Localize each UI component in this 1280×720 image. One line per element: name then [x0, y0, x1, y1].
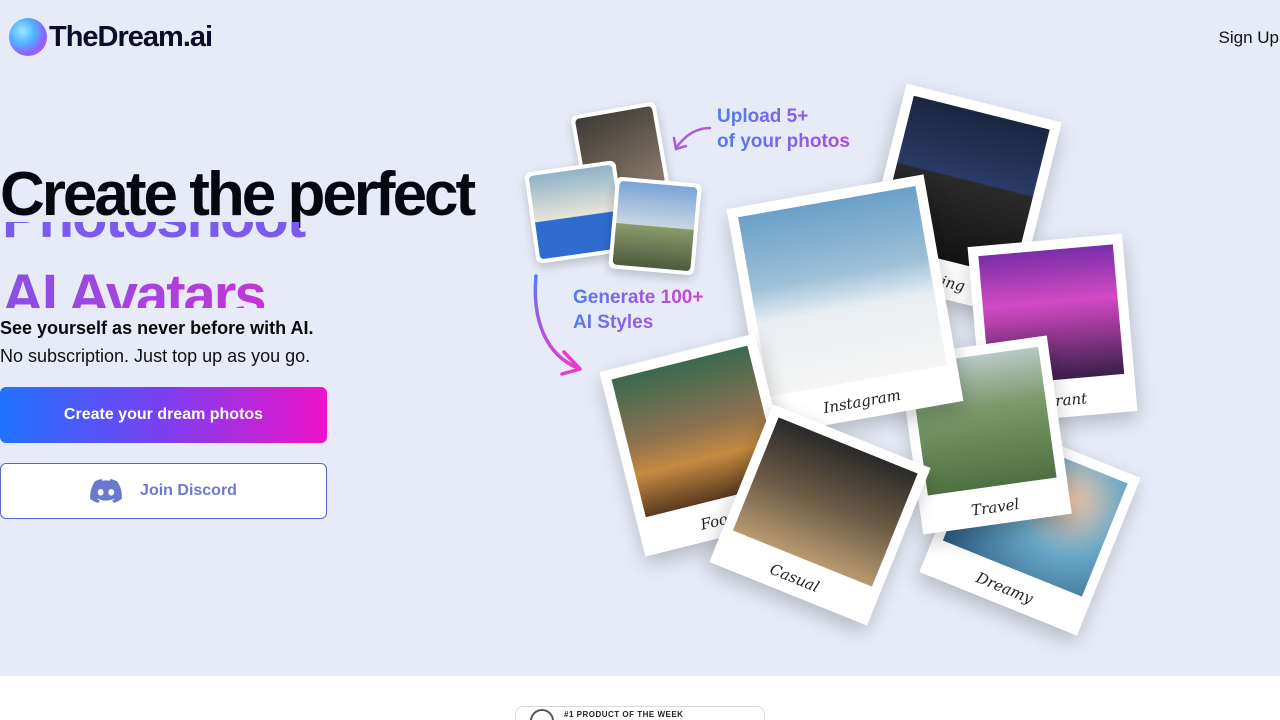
sign-up-link[interactable]: Sign Up: [1219, 28, 1279, 48]
rotating-word-ai-avatars: AI Avatars: [2, 262, 267, 308]
hero-tagline: No subscription. Just top up as you go.: [0, 346, 311, 366]
generate-callout-line-1: Generate 100+: [573, 287, 704, 308]
badge-text: #1 PRODUCT OF THE WEEK: [564, 709, 684, 719]
product-hunt-icon: [530, 709, 554, 720]
create-dream-photos-button[interactable]: Create your dream photos: [0, 387, 327, 443]
rotating-headline: Photoshoot AI Avatars: [2, 222, 482, 308]
join-discord-label: Join Discord: [140, 482, 237, 499]
curved-arrow-upload-icon: [672, 126, 712, 151]
discord-icon: [90, 479, 122, 503]
upload-callout: Upload 5+ of your photos: [717, 104, 850, 154]
generate-callout: Generate 100+ AI Styles: [573, 285, 703, 335]
brand-name: TheDream.ai: [49, 20, 213, 53]
brand-logo[interactable]: TheDream.ai: [9, 18, 213, 56]
upload-callout-line-2: of your photos: [717, 131, 850, 152]
input-photo-3: [608, 176, 702, 276]
rotating-word-photoshoot: Photoshoot: [2, 222, 306, 251]
upload-callout-line-1: Upload 5+: [717, 106, 809, 127]
logo-orb-icon: [9, 18, 47, 56]
generate-callout-line-2: AI Styles: [573, 312, 654, 333]
hero-headline: Create the perfect: [0, 160, 476, 229]
hero-tagline-bold: See yourself as never before with AI.: [0, 318, 314, 338]
product-of-week-badge[interactable]: #1 PRODUCT OF THE WEEK: [515, 706, 765, 720]
join-discord-button[interactable]: Join Discord: [0, 463, 327, 519]
